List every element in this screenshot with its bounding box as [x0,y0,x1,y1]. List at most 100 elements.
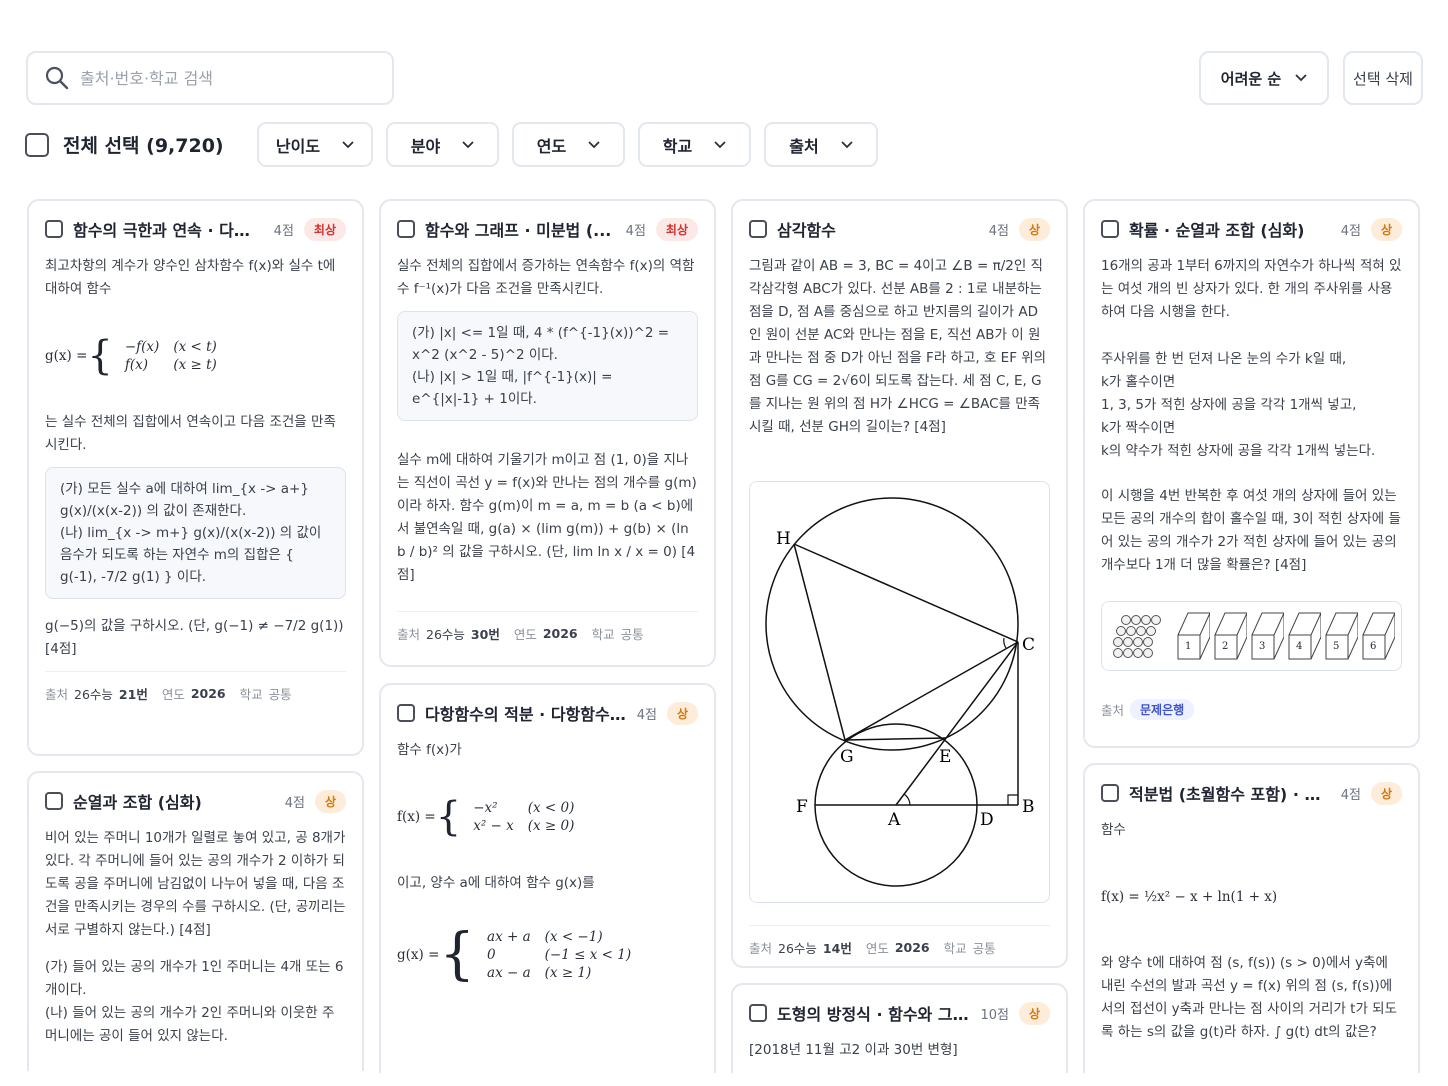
filter-field[interactable]: 분야 [386,122,499,167]
card-title: 함수와 그래프 · 미분법 (... [425,221,612,240]
problem-card[interactable]: 적분법 (초월함수 포함) · 미... 4점 상 함수 f(x) = ½x² … [1083,763,1420,1073]
card-meta: 출처 26수능 21번 연도 2026 학교 공통 [45,671,346,717]
problem-question: g(−5)의 값을 구하시오. (단, g(−1) ≠ −7/2 g(1)) [… [45,618,344,657]
card-checkbox[interactable] [1101,220,1119,238]
card-title: 적분법 (초월함수 포함) · 미... [1129,785,1331,804]
difficulty-badge: 상 [666,701,698,725]
box-item: 3 [1250,611,1284,661]
meta-label: 출처 [45,687,69,702]
meta-source: 26수능 [426,627,465,642]
filter-school[interactable]: 학교 [638,122,751,167]
condition-box: (가) 모든 실수 a에 대하여 lim_{x -> a+} g(x)/(x(x… [45,467,346,599]
rule-line: 주사위를 한 번 던져 나온 눈의 수가 k일 때, [1101,351,1347,367]
box-icon [1177,612,1210,660]
formula-g: g(x) = { −f(x) (x < t) f(x) (x ≥ t) [45,333,217,379]
filter-label: 학교 [662,136,693,156]
meta-source: 26수능 [778,941,817,956]
search-box[interactable] [26,51,394,105]
point-label-a: A [887,810,901,830]
card-checkbox[interactable] [749,220,767,238]
card-title: 삼각함수 [777,221,836,240]
point-label-d: D [980,810,994,830]
condition-b: (나) lim_{x -> m+} g(x)/(x(x-2)) 의 값이 음수가… [60,525,322,585]
meta-label: 학교 [943,941,967,956]
card-points: 4점 [1340,787,1361,803]
problem-intro: 함수 f(x)가 [397,742,462,758]
meta-number: 30번 [470,627,500,642]
problem-condition-text: 는 실수 전체의 집합에서 연속이고 다음 조건을 만족시킨다. [45,414,336,453]
problem-card[interactable]: 함수와 그래프 · 미분법 (... 4점 최상 실수 전체의 집합에서 증가하… [379,199,716,667]
card-meta: 출처 26수능 14번 연도 2026 학교 공통 [749,925,1050,966]
filter-label: 출처 [789,136,819,156]
sort-dropdown[interactable]: 어려운 순 [1199,51,1329,105]
box-number: 1 [1185,641,1192,652]
difficulty-badge: 상 [1018,1001,1050,1025]
meta-year: 2026 [190,686,226,701]
point-label-b: B [1022,797,1035,817]
card-title: 순열과 조합 (심화) [73,793,202,812]
source-chip: 문제은행 [1130,699,1195,720]
search-input[interactable] [80,68,360,88]
box-item: 6 [1361,611,1395,661]
problem-card[interactable]: 함수의 극한과 연속 · 다항... 4점 최상 최고차항의 계수가 양수인 삼… [27,199,364,756]
filter-difficulty[interactable]: 난이도 [257,122,373,167]
formula-g: g(x) = { ax + a (x < −1) 0 (−1 ≤ x < 1) ax −… [397,922,632,987]
difficulty-badge: 최상 [303,217,346,241]
select-all-checkbox[interactable] [25,132,49,157]
formula-f: f(x) = { −x² (x < 0) x² − x (x ≥ 0) [397,794,575,840]
meta-label: 학교 [591,627,615,642]
card-title: 도형의 방정식 · 함수와 그... [777,1005,971,1024]
card-checkbox[interactable] [1101,784,1119,802]
problem-card[interactable]: 삼각함수 4점 상 그림과 같이 AB = 3, BC = 4이고 ∠B = π… [731,199,1068,968]
box-number: 2 [1222,641,1229,652]
problem-card[interactable]: 순열과 조합 (심화) 4점 상 비어 있는 주머니 10개가 일렬로 놓여 있… [27,771,364,1071]
formula-f: f(x) = ½x² − x + ln(1 + x) [1101,888,1278,905]
card-checkbox[interactable] [397,704,415,722]
box-icon [1325,612,1358,660]
problem-body: 실수 m에 대하여 기울기가 m이고 점 (1, 0)을 지나는 직선이 곡선 … [397,452,697,583]
rule-line: k의 약수가 적힌 상자에 공을 각각 1개씩 넣는다. [1101,443,1376,459]
problem-card[interactable]: 확률 · 순열과 조합 (심화) 4점 상 16개의 공과 1부터 6까지의 자… [1083,199,1420,748]
card-points: 10점 [980,1007,1009,1023]
select-all-label: 전체 선택 (9,720) [63,135,224,157]
card-checkbox[interactable] [45,792,63,810]
meta-year: 2026 [542,626,578,641]
card-points: 4점 [636,707,657,723]
box-item: 5 [1324,611,1358,661]
card-checkbox[interactable] [45,220,63,238]
difficulty-badge: 최상 [655,217,698,241]
condition-b: (나) |x| > 1일 때, |f^{-1}(x)| = e^{|x|-1} … [412,369,613,407]
difficulty-badge: 상 [1370,217,1402,241]
condition-b: (나) 들어 있는 공의 개수가 2인 주머니와 이웃한 주머니에는 공이 들어… [45,1005,335,1044]
problem-card[interactable]: 도형의 방정식 · 함수와 그... 10점 상 [2018년 11월 고2 이… [731,983,1068,1073]
problem-body: 16개의 공과 1부터 6까지의 자연수가 하나씩 적혀 있는 여섯 개의 빈 … [1101,258,1402,320]
filter-source[interactable]: 출처 [764,122,878,167]
card-meta: 출처 26수능 30번 연도 2026 학교 공통 [397,611,698,657]
meta-school: 공통 [268,687,292,702]
condition-a: (가) 들어 있는 공의 개수가 1인 주머니는 4개 또는 6개이다. [45,959,344,998]
meta-label: 연도 [513,627,537,642]
difficulty-badge: 상 [1370,781,1402,805]
card-title: 다항함수의 적분 · 다항함수... [425,705,627,724]
triangle-circle-figure: H C G E F A D B [765,497,1035,887]
filter-year[interactable]: 연도 [512,122,625,167]
card-checkbox[interactable] [397,220,415,238]
chevron-down-icon [714,140,726,148]
card-points: 4점 [625,223,646,239]
delete-selected-button[interactable]: 선택 삭제 [1343,51,1423,105]
select-all[interactable]: 전체 선택 (9,720) [25,131,224,158]
card-points: 4점 [1340,223,1361,239]
problem-card[interactable]: 다항함수의 적분 · 다항함수... 4점 상 함수 f(x)가 f(x) = … [379,683,716,1073]
box-item: 4 [1287,611,1321,661]
card-title: 함수의 극한과 연속 · 다항... [73,221,264,240]
chevron-down-icon [1295,74,1307,82]
card-points: 4점 [988,223,1009,239]
box-item: 1 [1176,611,1210,661]
meta-school: 공통 [972,941,996,956]
box-icon [1288,612,1321,660]
condition-box: (가) |x| <= 1일 때, 4 * (f^{-1}(x))^2 = x^2… [397,311,698,421]
problem-body: 비어 있는 주머니 10개가 일렬로 놓여 있고, 공 8개가 있다. 각 주머… [45,830,346,938]
condition-a: (가) 모든 실수 a에 대하여 lim_{x -> a+} g(x)/(x(x… [60,481,309,519]
meta-year: 2026 [894,940,930,955]
card-checkbox[interactable] [749,1004,767,1022]
